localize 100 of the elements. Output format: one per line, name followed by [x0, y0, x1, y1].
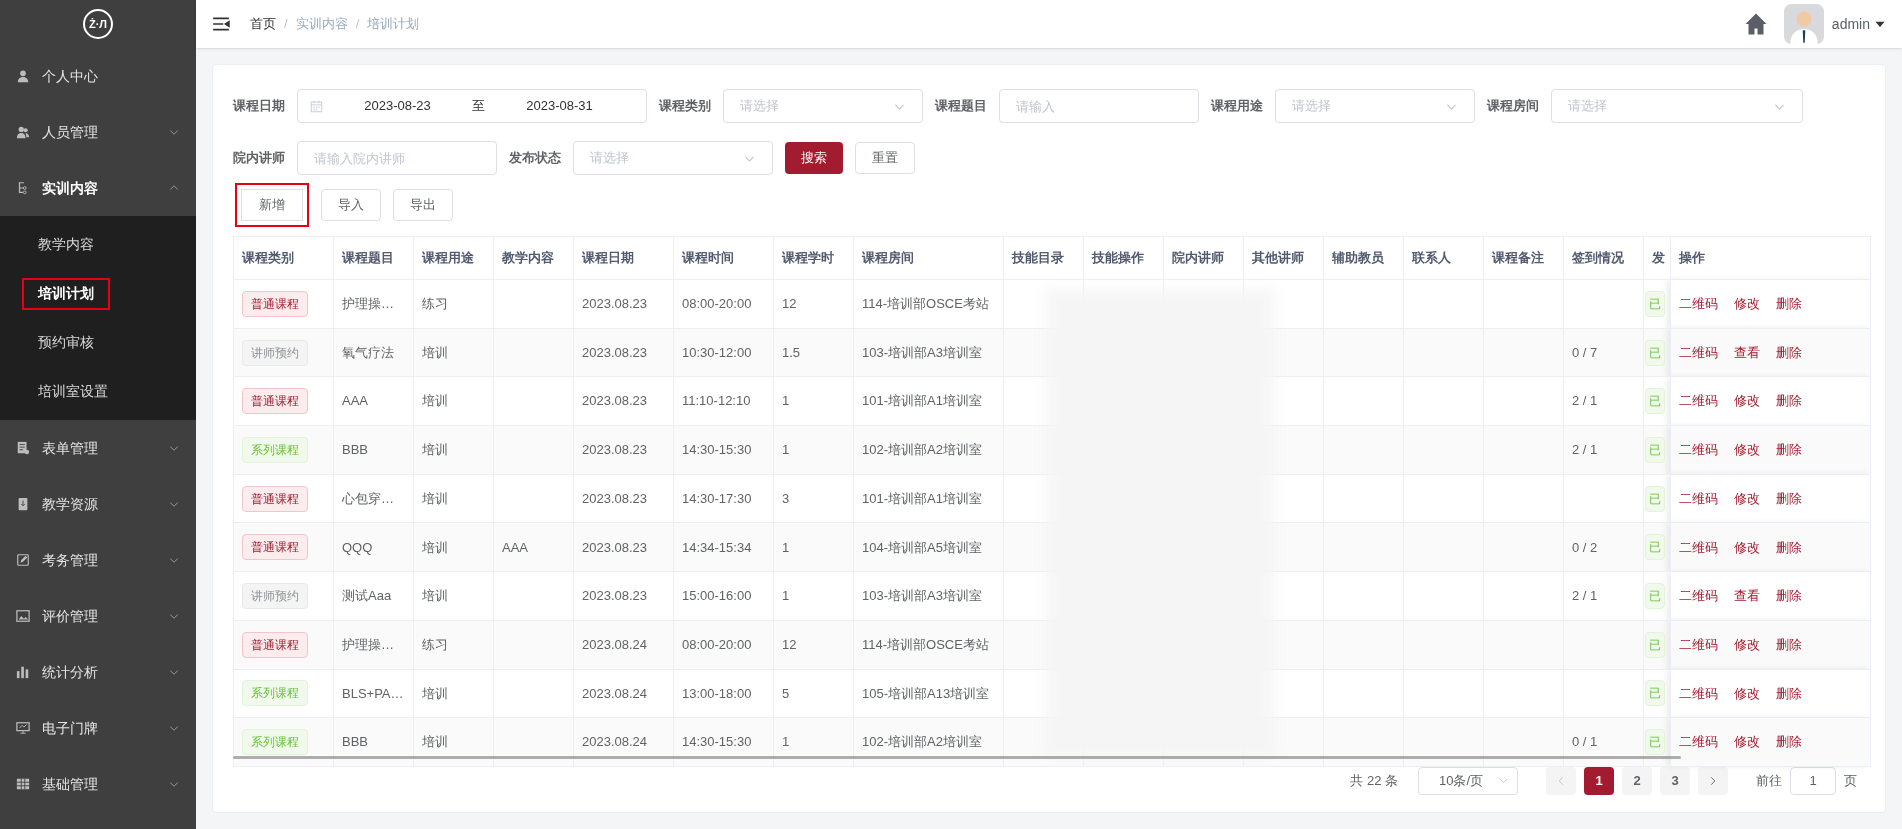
- table-cell: BBB: [342, 734, 368, 750]
- column-header: 技能目录: [1003, 236, 1084, 280]
- column-header: 操作: [1670, 236, 1871, 280]
- sidebar-item[interactable]: 表单管理: [0, 420, 196, 476]
- table-cell: 2 / 1: [1572, 442, 1598, 458]
- action-link[interactable]: 二维码: [1679, 488, 1718, 509]
- submenu-item[interactable]: 培训计划: [22, 277, 110, 310]
- action-link[interactable]: 修改: [1734, 732, 1760, 752]
- action-link[interactable]: 修改: [1734, 634, 1760, 655]
- text-field[interactable]: 请输入: [999, 89, 1199, 123]
- category-tag: 讲师预约: [242, 582, 308, 609]
- category-tag: 普通课程: [242, 631, 308, 658]
- action-link[interactable]: 修改: [1734, 294, 1760, 314]
- table-cell: 1: [782, 539, 790, 555]
- grid-icon: [16, 777, 30, 791]
- page-button[interactable]: 1: [1584, 766, 1614, 795]
- logo: Ż·Л: [83, 9, 113, 39]
- date-range-field[interactable]: 2023-08-23 至 2023-08-31: [297, 89, 647, 123]
- sidebar-item[interactable]: 基础管理: [0, 756, 196, 812]
- toolbar-button[interactable]: 新增: [235, 183, 309, 227]
- user-name[interactable]: admin: [1831, 13, 1870, 35]
- action-link[interactable]: 二维码: [1679, 537, 1718, 558]
- submenu-item[interactable]: 教学内容: [22, 228, 110, 261]
- sidebar-item[interactable]: 教学资源: [0, 476, 196, 532]
- action-link[interactable]: 修改: [1734, 537, 1760, 558]
- action-link[interactable]: 删除: [1776, 537, 1802, 558]
- sidebar-item[interactable]: 评价管理: [0, 588, 196, 644]
- table-cell: 2 / 1: [1572, 588, 1598, 604]
- action-link[interactable]: 删除: [1776, 440, 1802, 460]
- table-cell: 0 / 2: [1572, 539, 1598, 555]
- table-cell: QQQ: [342, 539, 373, 555]
- action-link[interactable]: 删除: [1776, 586, 1802, 606]
- sidebar-item[interactable]: 个人中心: [0, 48, 196, 104]
- table-cell: 护理操…: [342, 296, 394, 312]
- table-cell: 1: [782, 442, 790, 458]
- action-link[interactable]: 查看: [1734, 342, 1760, 363]
- table-cell: 2023.08.24: [582, 734, 648, 750]
- sidebar-item[interactable]: 统计分析: [0, 644, 196, 700]
- table-cell: 102-培训部A2培训室: [862, 442, 982, 458]
- table-cell: 培训: [422, 393, 448, 409]
- sidebar-item[interactable]: 电子门牌: [0, 700, 196, 756]
- toolbar-button[interactable]: 导出: [393, 189, 453, 221]
- action-link[interactable]: 二维码: [1679, 440, 1718, 460]
- action-link[interactable]: 删除: [1776, 683, 1802, 704]
- bar-chart-icon: [16, 665, 30, 679]
- toolbar-button[interactable]: 导入: [321, 189, 381, 221]
- next-page-button[interactable]: [1698, 766, 1728, 795]
- page-button[interactable]: 2: [1622, 766, 1652, 795]
- search-button[interactable]: 搜索: [785, 142, 843, 174]
- table-cell: 培训: [422, 734, 448, 750]
- action-link[interactable]: 二维码: [1679, 391, 1718, 411]
- table-cell: 5: [782, 685, 790, 701]
- action-link[interactable]: 查看: [1734, 586, 1760, 606]
- action-link[interactable]: 删除: [1776, 488, 1802, 509]
- home-icon[interactable]: [1743, 12, 1768, 36]
- table-cell: 08:00-20:00: [682, 296, 752, 312]
- column-header: 发: [1643, 236, 1671, 280]
- table-cell: 2023.08.24: [582, 636, 648, 652]
- scrollbar[interactable]: [233, 756, 1681, 759]
- action-link[interactable]: 删除: [1776, 342, 1802, 363]
- submenu-item[interactable]: 预约审核: [22, 326, 110, 359]
- page-number-field[interactable]: 1: [1790, 766, 1836, 795]
- page-button[interactable]: 3: [1660, 766, 1690, 795]
- action-link[interactable]: 修改: [1734, 391, 1760, 411]
- action-link[interactable]: 删除: [1776, 634, 1802, 655]
- category-tag: 普通课程: [242, 290, 308, 317]
- action-link[interactable]: 修改: [1734, 488, 1760, 509]
- action-link[interactable]: 二维码: [1679, 683, 1718, 704]
- sidebar-item[interactable]: 考务管理: [0, 532, 196, 588]
- reset-button[interactable]: 重置: [855, 142, 915, 174]
- action-link[interactable]: 二维码: [1679, 634, 1718, 655]
- goto-label: 前往: [1756, 772, 1782, 791]
- breadcrumb-link[interactable]: 首页: [250, 14, 276, 34]
- action-link[interactable]: 二维码: [1679, 732, 1718, 752]
- sidebar-item[interactable]: 实训内容: [0, 160, 196, 216]
- action-link[interactable]: 修改: [1734, 440, 1760, 460]
- page-size-select[interactable]: 10条/页: [1418, 766, 1518, 795]
- category-tag: 讲师预约: [242, 339, 308, 366]
- action-link[interactable]: 删除: [1776, 732, 1802, 752]
- status-tag: 已: [1645, 631, 1665, 658]
- action-link[interactable]: 二维码: [1679, 294, 1718, 314]
- action-link[interactable]: 二维码: [1679, 586, 1718, 606]
- table-cell: BBB: [342, 442, 368, 458]
- submenu-item[interactable]: 培训室设置: [22, 375, 124, 408]
- previous-page-button[interactable]: [1546, 766, 1576, 795]
- action-link[interactable]: 删除: [1776, 391, 1802, 411]
- category-tag: 普通课程: [242, 534, 308, 561]
- avatar-icon[interactable]: [1783, 4, 1824, 44]
- action-link[interactable]: 删除: [1776, 294, 1802, 314]
- menu-icon[interactable]: [212, 15, 230, 33]
- text-field[interactable]: 请输入院内讲师: [297, 141, 497, 175]
- tree-icon: [16, 181, 30, 195]
- action-link[interactable]: 修改: [1734, 683, 1760, 704]
- action-link[interactable]: 二维码: [1679, 342, 1718, 363]
- sidebar-item[interactable]: 人员管理: [0, 104, 196, 160]
- goto-suffix: 页: [1844, 772, 1857, 791]
- table-cell: 11:10-12:10: [682, 393, 751, 409]
- category-tag: 系列课程: [242, 680, 308, 707]
- table-cell: 2023.08.23: [582, 539, 648, 555]
- status-tag: 已: [1645, 680, 1665, 707]
